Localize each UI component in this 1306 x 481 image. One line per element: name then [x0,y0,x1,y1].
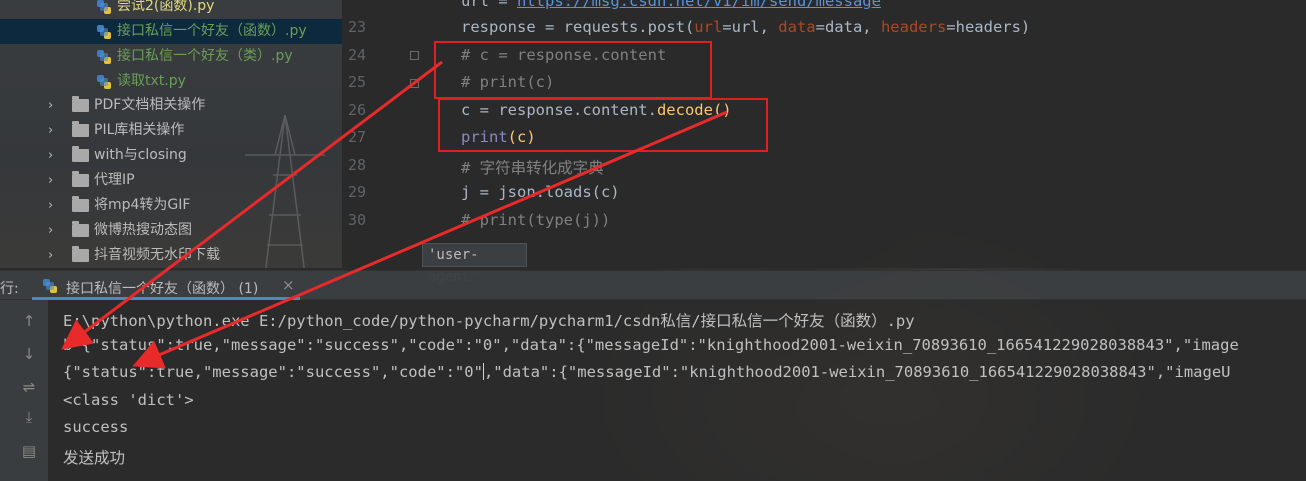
tree-file-row-selected[interactable]: 接口私信一个好友（函数）.py [0,19,342,44]
code-line[interactable]: j = json.loads(c) [461,183,620,201]
code-line-comment[interactable]: # print(c) [461,73,554,91]
run-console[interactable]: E:\python\python.exe E:/python_code/pyth… [48,300,1306,481]
console-line: E:\python\python.exe E:/python_code/pyth… [63,312,915,330]
tree-folder-label: with与closing [94,147,187,163]
completion-popup[interactable]: 'user-agent' [422,243,527,285]
wrap-icon[interactable]: ⇌ [20,378,38,396]
console-line: 发送成功 [63,449,126,467]
code-line[interactable]: response = requests.post(url=url, data=d… [461,18,1030,36]
tree-folder-label: 代理IP [94,172,135,188]
code-line-comment[interactable]: # c = response.content [461,46,666,64]
folder-icon [72,196,89,212]
keyword-arg: headers [880,18,947,36]
tree-folder-row[interactable]: › PDF文档相关操作 [0,93,342,118]
line-number: 23 [347,18,366,36]
print-icon[interactable]: ▤ [20,442,38,460]
builtin-name: print [461,128,508,146]
code-text: () [712,101,732,119]
console-line: success [63,418,129,436]
project-tree[interactable]: 尝试2(函数).py 接口私信一个好友（函数）.py 接口私信一个好友（类）.p… [0,0,342,268]
line-number: 27 [347,128,366,146]
line-number: 29 [347,183,366,201]
code-line-comment[interactable]: # print(type(j)) [461,211,610,229]
code-text: url = [461,0,517,10]
chevron-right-icon[interactable]: › [48,118,60,143]
run-toolbar: 行: 接口私信一个好友（函数） (1) × [0,270,1306,300]
method-name: decode [656,101,713,119]
tree-folder-row[interactable]: › 抖音视频无水印下载 [0,243,342,268]
tree-folder-label: PIL库相关操作 [94,122,185,138]
folder-icon [72,121,89,137]
code-text: c = response.content. [461,101,657,119]
keyword-arg: url [694,18,723,36]
close-icon[interactable]: × [282,276,295,294]
folder-icon [72,146,89,162]
folder-icon [72,246,89,262]
console-text: ,"data":{"messageId":"knighthood2001-wei… [483,363,1231,381]
tree-folder-row[interactable]: › 微博热搜动态图 [0,218,342,243]
line-number: 25 [347,73,366,91]
chevron-right-icon[interactable]: › [48,193,60,218]
python-file-icon [97,75,111,89]
code-text: =url, [722,18,779,36]
up-arrow-icon[interactable]: ↑ [20,312,38,330]
code-editor[interactable]: 23 24 25 26 27 28 29 30 url = https://ms… [342,0,1306,268]
code-text: =data, [815,18,881,36]
code-text: response = requests.post( [461,18,695,36]
folder-icon [72,171,89,187]
code-line-comment[interactable]: # 字符串转化成字典 [461,156,604,178]
line-number-gutter: 23 24 25 26 27 28 29 30 [342,0,422,268]
console-line: <class 'dict'> [63,391,194,409]
python-file-icon [43,279,57,293]
code-line[interactable]: print(c) [461,128,536,146]
tree-file-label: 尝试2(函数).py [117,0,215,14]
fold-marker-icon[interactable] [410,51,419,60]
tree-folder-row[interactable]: › 代理IP [0,168,342,193]
chevron-right-icon[interactable]: › [48,93,60,118]
line-number: 30 [347,211,366,229]
tree-file-label: 读取txt.py [117,73,186,89]
tree-folder-label: 抖音视频无水印下载 [94,247,220,263]
run-side-toolbar: ↑ ↓ ⇌ ⤓ ▤ [0,300,48,481]
tree-file-label: 接口私信一个好友（函数）.py [117,23,307,39]
chevron-right-icon[interactable]: › [48,168,60,193]
line-number: 26 [347,101,366,119]
code-line[interactable]: url = https://msg.csdn.net/v1/im/send/me… [461,0,881,10]
fold-marker-icon[interactable] [410,79,419,88]
console-line: b'{"status":true,"message":"success","co… [63,336,1239,354]
python-file-icon [97,25,111,39]
python-file-icon [97,50,111,64]
tree-file-row[interactable]: 接口私信一个好友（类）.py [0,44,342,69]
tree-folder-label: 微博热搜动态图 [94,222,192,238]
console-text: {"status":true,"message":"success","code… [63,363,483,381]
pycharm-window: 尝试2(函数).py 接口私信一个好友（函数）.py 接口私信一个好友（类）.p… [0,0,1306,481]
url-link[interactable]: https://msg.csdn.net/v1/im/send/message [517,0,881,10]
run-tab-label: 接口私信一个好友（函数） (1) [66,281,259,297]
line-number: 24 [347,46,366,64]
tree-folder-label: PDF文档相关操作 [94,97,206,113]
tree-folder-row[interactable]: › PIL库相关操作 [0,118,342,143]
python-file-icon [97,0,111,14]
console-line: {"status":true,"message":"success","code… [63,363,1230,381]
folder-icon [72,221,89,237]
scroll-to-end-icon[interactable]: ⤓ [20,408,38,426]
tree-folder-row[interactable]: › with与closing [0,143,342,168]
tree-folder-label: 将mp4转为GIF [94,197,191,213]
run-label: 行: [0,281,19,297]
chevron-right-icon[interactable]: › [48,243,60,268]
tree-file-label: 接口私信一个好友（类）.py [117,48,293,64]
down-arrow-icon[interactable]: ↓ [20,345,38,363]
code-text: =headers) [946,18,1031,36]
tree-file-row[interactable]: 尝试2(函数).py [0,0,342,19]
code-text: (c) [507,128,536,146]
keyword-arg: data [778,18,816,36]
chevron-right-icon[interactable]: › [48,218,60,243]
folder-icon [72,96,89,112]
run-tab[interactable]: 接口私信一个好友（函数） (1) × [32,271,300,300]
tree-folder-row[interactable]: › 将mp4转为GIF [0,193,342,218]
code-line[interactable]: c = response.content.decode() [461,101,732,119]
tree-file-row[interactable]: 读取txt.py [0,69,342,94]
line-number: 28 [347,156,366,174]
chevron-right-icon[interactable]: › [48,143,60,168]
